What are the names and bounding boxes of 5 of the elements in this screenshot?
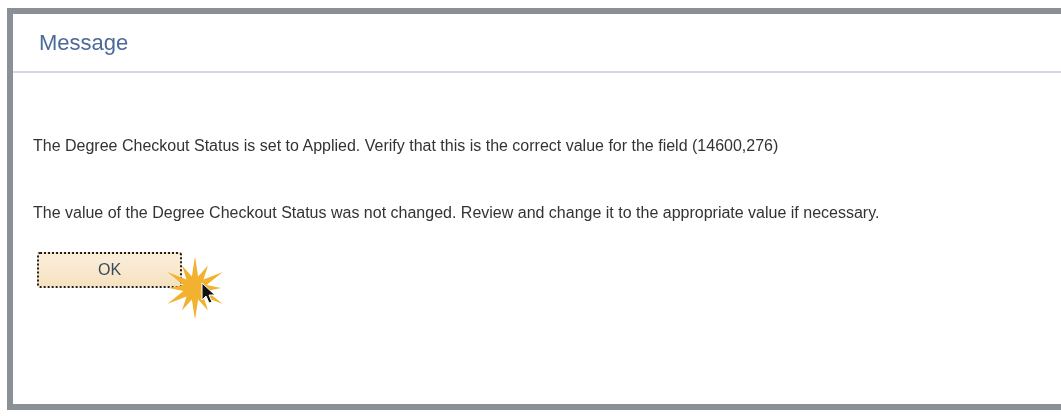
cursor-icon — [201, 282, 217, 304]
message-text: The value of the Degree Checkout Status was not changed. Review and change it to the appropriate value if necessary. — [33, 203, 881, 223]
message-text: The Degree Checkout Status is set to Applied. Verify that this is the correct value for the field (14600,276) — [33, 136, 780, 156]
ok-button[interactable]: OK — [37, 252, 182, 288]
dialog-title: Message — [39, 29, 129, 56]
